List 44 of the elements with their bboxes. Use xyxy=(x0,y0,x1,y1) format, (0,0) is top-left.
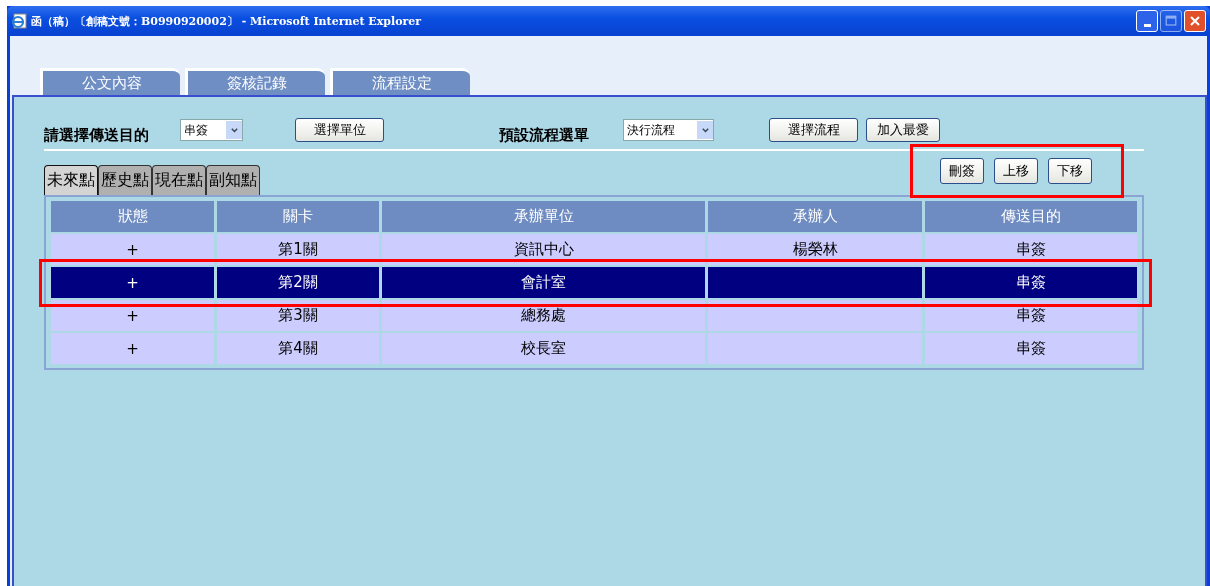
sub-tab[interactable]: 副知點 xyxy=(206,165,260,195)
action-button[interactable]: 刪簽 xyxy=(940,158,984,184)
table-cell: 楊榮林 xyxy=(708,234,922,265)
sub-tab[interactable]: 現在點 xyxy=(152,165,206,195)
table-cell: 串簽 xyxy=(925,267,1137,298)
table-cell: 資訊中心 xyxy=(382,234,705,265)
table-cell: 串簽 xyxy=(925,234,1137,265)
chevron-down-icon xyxy=(700,125,710,135)
select-flow-button[interactable]: 選擇流程 xyxy=(769,118,858,142)
column-header: 承辦人 xyxy=(708,201,922,232)
table-cell: 串簽 xyxy=(925,333,1137,364)
table-cell: + xyxy=(51,267,214,298)
chevron-down-icon xyxy=(229,125,239,135)
purpose-label: 請選擇傳送目的 xyxy=(44,125,149,145)
sub-tab[interactable]: 歷史點 xyxy=(98,165,152,195)
browser-icon xyxy=(11,13,27,29)
table-cell: 第1關 xyxy=(217,234,379,265)
table-cell: 校長室 xyxy=(382,333,705,364)
column-header: 關卡 xyxy=(217,201,379,232)
minimize-button[interactable] xyxy=(1136,10,1158,32)
sub-tab[interactable]: 未來點 xyxy=(44,165,98,195)
table-row[interactable]: + 第4關 校長室 串簽 xyxy=(51,333,1137,364)
purpose-dropdown[interactable]: 串簽 xyxy=(180,119,243,141)
add-favorite-button[interactable]: 加入最愛 xyxy=(866,118,940,142)
table-cell: 第4關 xyxy=(217,333,379,364)
action-button[interactable]: 下移 xyxy=(1048,158,1092,184)
minimize-icon xyxy=(1143,23,1151,27)
column-header: 狀態 xyxy=(51,201,214,232)
maximize-icon xyxy=(1163,13,1179,29)
table-cell: + xyxy=(51,333,214,364)
table-cell: + xyxy=(51,234,214,265)
window-title: 函（稿）〔創稿文號：B0990920002〕 - Microsoft Internet Explorer xyxy=(31,13,423,29)
column-header: 傳送目的 xyxy=(925,201,1137,232)
flow-dropdown[interactable]: 決行流程 xyxy=(623,119,714,141)
action-button[interactable]: 上移 xyxy=(994,158,1038,184)
select-unit-button[interactable]: 選擇單位 xyxy=(295,118,384,142)
close-button[interactable] xyxy=(1184,10,1206,32)
table-row[interactable]: + 第1關 資訊中心 楊榮林 串簽 xyxy=(51,234,1137,265)
table-row[interactable]: + 第2關 會計室 串簽 xyxy=(51,267,1137,298)
flow-label: 預設流程選單 xyxy=(499,125,589,145)
table-row[interactable]: + 第3關 總務處 串簽 xyxy=(51,300,1137,331)
table-cell: 會計室 xyxy=(382,267,705,298)
column-header: 承辦單位 xyxy=(382,201,705,232)
table-cell: 第2關 xyxy=(217,267,379,298)
